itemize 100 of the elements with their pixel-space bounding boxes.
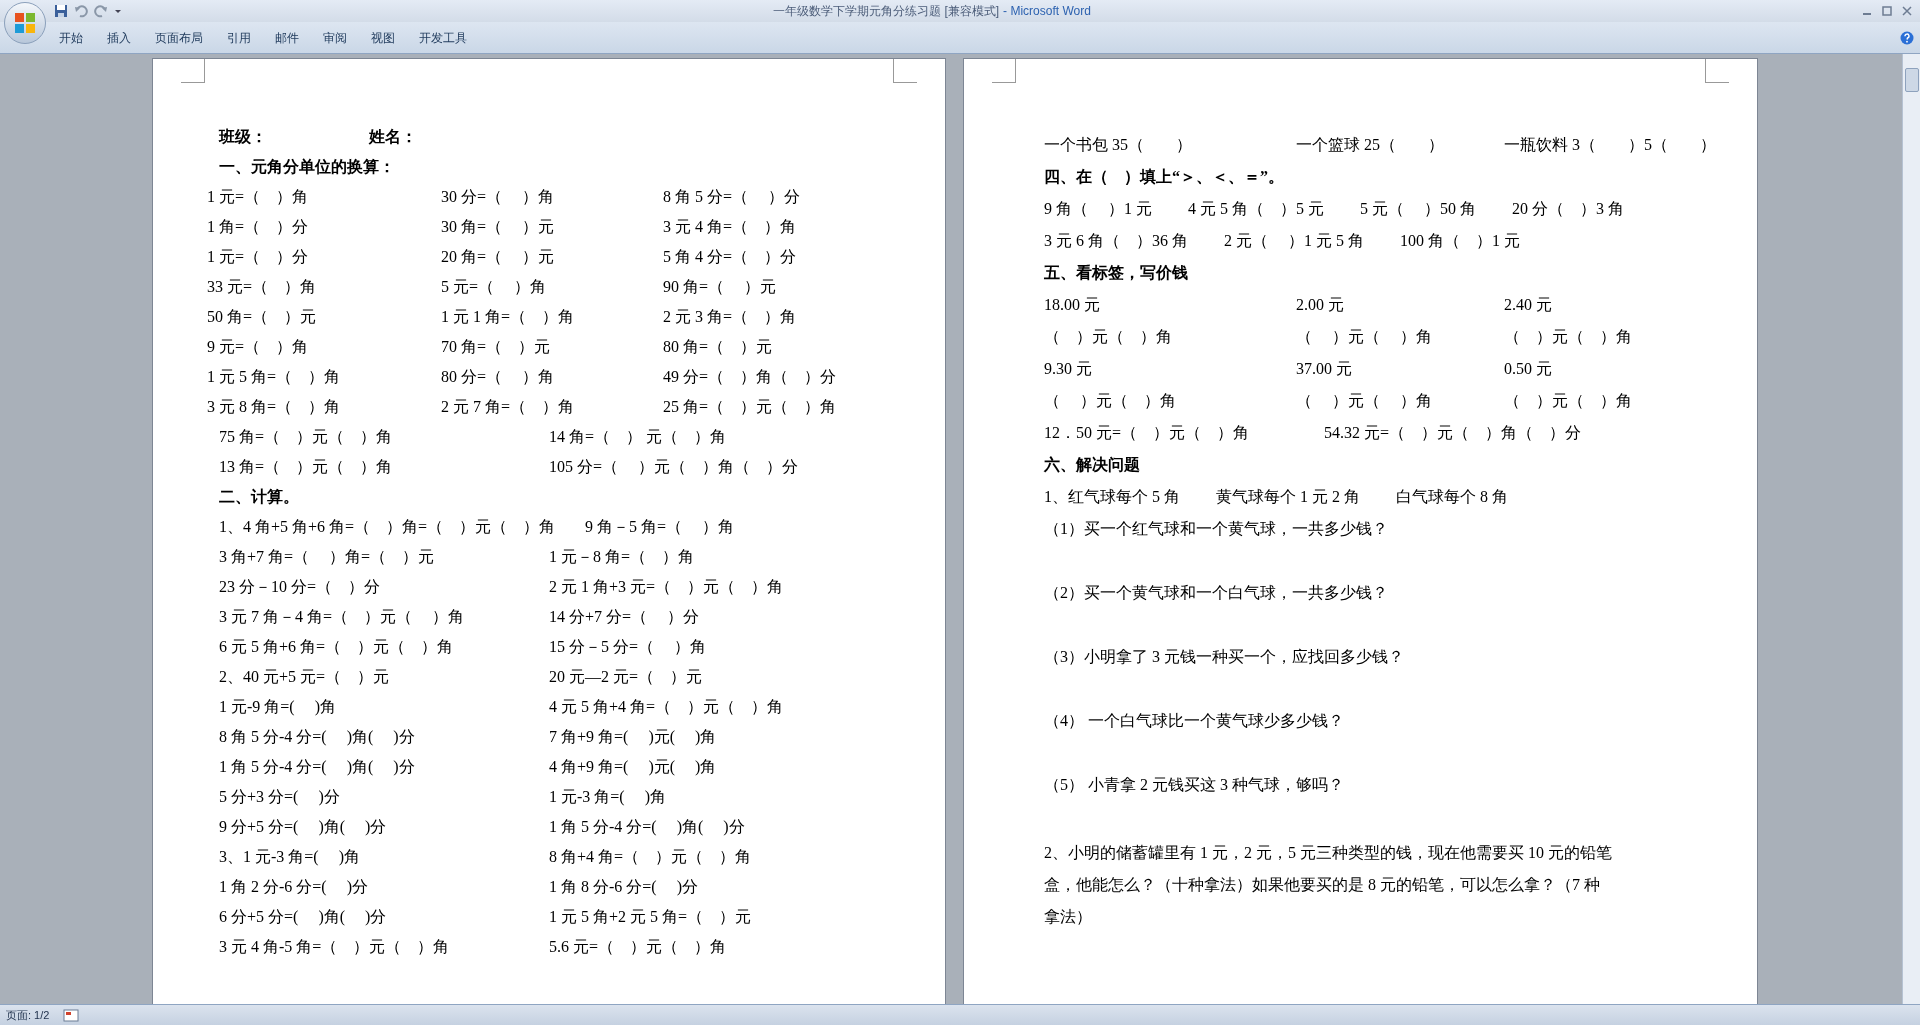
- window-title: 一年级数学下学期元角分练习题 [兼容模式]: [773, 3, 1000, 20]
- name-label: 姓名：: [369, 127, 417, 147]
- exercise-text: 2.00 元: [1296, 295, 1345, 315]
- scroll-thumb[interactable]: [1904, 68, 1919, 92]
- exercise-text: 1 元-9 角=( )角: [219, 697, 337, 718]
- exercise-text: 1 元=（ ）角: [207, 187, 310, 207]
- exercise-text: 3 角+7 角=（ ）角=（ ）元: [219, 547, 436, 567]
- exercise-text: 1 角=（ ）分: [207, 217, 310, 237]
- section-heading: 二、计算。: [218, 487, 300, 507]
- exercise-text: 3 元 8 角=（ ）角: [207, 397, 342, 417]
- ribbon-tab[interactable]: 审阅: [312, 26, 358, 49]
- exercise-text: 2 元 1 角+3 元=（ ）元（ ）角: [549, 577, 785, 597]
- section-heading: 一、元角分单位的换算：: [218, 157, 396, 177]
- exercise-text: 1 元 5 角+2 元 5 角=（ ）元: [549, 907, 753, 927]
- exercise-text: 1 元=（ ）分: [207, 247, 310, 267]
- exercise-text: 5 元=（ ）角: [441, 277, 548, 297]
- exercise-text: 4 元 5 角（ ）5 元: [1188, 199, 1324, 219]
- exercise-text: 70 角=（ ）元: [441, 337, 552, 357]
- exercise-text: 1 元-3 角=( )角: [549, 787, 667, 808]
- exercise-text: 80 分=（ ）角: [441, 367, 556, 387]
- question-text: （2）买一个黄气球和一个白气球，一共多少钱？: [1044, 583, 1389, 603]
- section-heading: 六、解决问题: [1044, 455, 1141, 475]
- exercise-text: 105 分=（ ）元（ ）角（ ）分: [549, 457, 800, 477]
- exercise-text: 20 元—2 元=（ ）元: [549, 667, 704, 687]
- exercise-text: 20 角=（ ）元: [441, 247, 556, 267]
- dropdown-icon[interactable]: [114, 7, 122, 15]
- exercise-text: 5 角 4 分=（ ）分: [663, 247, 798, 267]
- exercise-text: 白气球每个 8 角: [1396, 487, 1508, 507]
- exercise-text: 9.30 元: [1044, 359, 1093, 379]
- exercise-text: 9 分+5 分=( )角( )分: [219, 817, 388, 838]
- exercise-text: 1 元－8 角=（ ）角: [549, 547, 696, 567]
- exercise-text: 0.50 元: [1504, 359, 1553, 379]
- exercise-text: 25 角=（ ）元（ ）角: [663, 397, 838, 417]
- exercise-text: 14 角=（ ） 元（ ）角: [549, 427, 728, 447]
- exercise-text: 5 分+3 分=( )分: [219, 787, 341, 808]
- exercise-text: 8 角 5 分-4 分=( )角( )分: [219, 727, 416, 748]
- margin-corner-mark: [893, 59, 917, 83]
- exercise-text: 1 角 2 分-6 分=( )分: [219, 877, 369, 898]
- exercise-text: （ ）元（ ）角: [1296, 327, 1433, 347]
- exercise-text: 1 元 1 角=（ ）角: [441, 307, 576, 327]
- exercise-text: 黄气球每个 1 元 2 角: [1216, 487, 1360, 507]
- undo-icon[interactable]: [74, 4, 88, 18]
- ribbon-tab[interactable]: 邮件: [264, 26, 310, 49]
- document-icon[interactable]: [63, 1008, 80, 1022]
- redo-icon[interactable]: [94, 4, 108, 18]
- ribbon-tab[interactable]: 插入: [96, 26, 142, 49]
- exercise-text: 15 分－5 分=（ ）角: [549, 637, 708, 657]
- office-button[interactable]: [4, 2, 46, 44]
- page-indicator[interactable]: 页面: 1/2: [6, 1006, 50, 1024]
- question-text: （5） 小青拿 2 元钱买这 3 种气球，够吗？: [1044, 775, 1345, 795]
- exercise-text: 37.00 元: [1296, 359, 1353, 379]
- save-icon[interactable]: [54, 4, 68, 18]
- exercise-text: 2.40 元: [1504, 295, 1553, 315]
- exercise-text: 6 元 5 角+6 角=（ ）元（ ）角: [219, 637, 455, 657]
- exercise-text: 5 元（ ）50 角: [1360, 199, 1476, 219]
- exercise-text: 3 元 6 角（ ）36 角: [1044, 231, 1188, 251]
- exercise-text: 1 角 5 分-4 分=( )角( )分: [549, 817, 746, 838]
- exercise-text: 14 分+7 分=（ ）分: [549, 607, 701, 627]
- word-problem-text: 2、小明的储蓄罐里有 1 元，2 元，5 元三种类型的钱，现在他需要买 10 元的铅笔盒，他能怎么？（十种拿法）如果他要买的是 8 元的铅笔，可以怎么拿？（7 种拿法）: [1044, 843, 1613, 927]
- exercise-text: 8 角 5 分=（ ）分: [663, 187, 802, 207]
- exercise-text: 9 角（ ）1 元: [1044, 199, 1152, 219]
- exercise-text: 1 元 5 角=（ ）角: [207, 367, 342, 387]
- exercise-text: 13 角=（ ）元（ ）角: [219, 457, 394, 477]
- ribbon-tab[interactable]: 视图: [360, 26, 406, 49]
- exercise-text: 一个篮球 25（ ）: [1296, 135, 1445, 155]
- exercise-text: 6 分+5 分=( )角( )分: [219, 907, 388, 928]
- exercise-text: 8 角+4 角=（ ）元（ ）角: [549, 847, 753, 867]
- exercise-text: 5.6 元=（ ）元（ ）角: [549, 937, 728, 957]
- exercise-text: 23 分－10 分=（ ）分: [219, 577, 382, 597]
- exercise-text: 12．50 元=（ ）元（ ）角: [1044, 423, 1251, 443]
- exercise-text: 2 元 3 角=（ ）角: [663, 307, 798, 327]
- ribbon-tab[interactable]: 开始: [48, 26, 94, 49]
- exercise-text: 3 元 7 角－4 角=（ ）元（ ）角: [219, 607, 466, 627]
- exercise-text: 1、红气球每个 5 角: [1044, 487, 1180, 507]
- office-logo: [13, 11, 37, 35]
- ribbon-tab[interactable]: 页面布局: [144, 26, 214, 49]
- exercise-text: 100 角（ ）1 元: [1400, 231, 1520, 251]
- exercise-text: 2、40 元+5 元=（ ）元: [219, 667, 391, 687]
- exercise-text: （ ）元（ ）角: [1044, 391, 1177, 411]
- exercise-text: 90 角=（ ）元: [663, 277, 778, 297]
- exercise-text: 一个书包 35（ ）: [1044, 135, 1193, 155]
- exercise-text: 9 元=（ ）角: [207, 337, 310, 357]
- exercise-text: 50 角=（ ）元: [207, 307, 318, 327]
- exercise-text: 30 分=（ ）角: [441, 187, 556, 207]
- exercise-text: 20 分（ ）3 角: [1512, 199, 1624, 219]
- maximize-icon[interactable]: [1882, 6, 1892, 16]
- question-text: （3）小明拿了 3 元钱一种买一个，应找回多少钱？: [1044, 647, 1405, 667]
- app-name: - Microsoft Word: [1003, 3, 1091, 20]
- section-heading: 五、看标签，写价钱: [1044, 263, 1189, 283]
- class-label: 班级：: [219, 127, 268, 147]
- exercise-text: 1 角 8 分-6 分=( )分: [549, 877, 699, 898]
- exercise-text: 2 元 7 角=（ ）角: [441, 397, 576, 417]
- ribbon-tab[interactable]: 开发工具: [408, 26, 478, 49]
- help-icon[interactable]: [1900, 30, 1914, 45]
- exercise-text: 33 元=（ ）角: [207, 277, 318, 297]
- exercise-text: 4 角+9 角=( )元( )角: [549, 757, 718, 778]
- exercise-text: 54.32 元=（ ）元（ ）角（ ）分: [1324, 423, 1583, 443]
- exercise-text: 4 元 5 角+4 角=（ ）元（ ）角: [549, 697, 785, 717]
- ribbon-tab[interactable]: 引用: [216, 26, 262, 49]
- close-icon[interactable]: [1902, 6, 1912, 16]
